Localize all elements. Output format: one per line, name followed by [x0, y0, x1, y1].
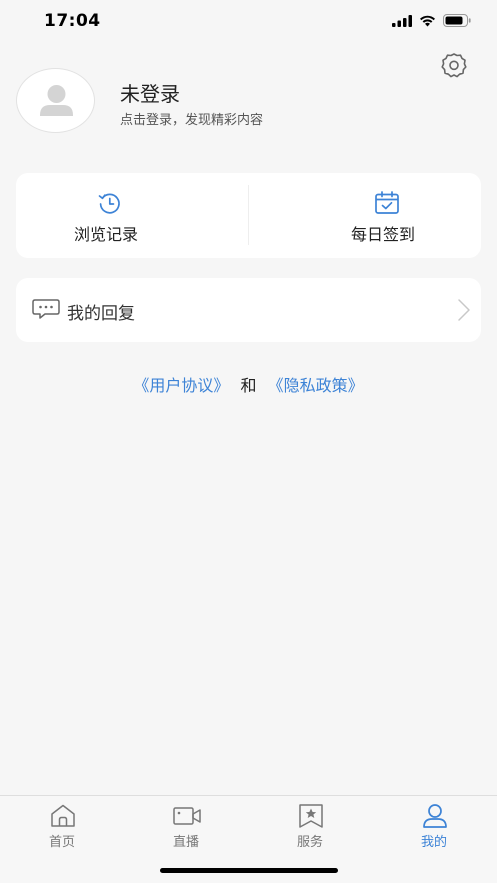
- video-camera-icon: [173, 807, 201, 825]
- my-replies-row[interactable]: 我的回复: [16, 278, 481, 342]
- status-bar: 17:04: [0, 0, 497, 44]
- tab-home[interactable]: 首页: [0, 800, 124, 852]
- quick-actions-card: 浏览记录 每日签到: [16, 173, 481, 258]
- home-icon: [51, 804, 75, 827]
- star-bookmark-icon: [299, 804, 323, 828]
- calendar-check-icon: [375, 191, 399, 214]
- chat-bubble-icon: [32, 299, 60, 319]
- history-icon: [98, 193, 120, 214]
- battery-icon: [443, 14, 471, 27]
- tab-services[interactable]: 服务: [248, 800, 372, 852]
- cellular-signal-icon: [392, 14, 412, 27]
- user-agreement-link[interactable]: 《用户协议》: [133, 376, 229, 395]
- agreement-links: 《用户协议》 和 《隐私政策》: [0, 372, 497, 396]
- chevron-right-icon: [458, 299, 470, 321]
- user-icon: [423, 804, 447, 828]
- status-icons: [392, 14, 471, 27]
- wifi-icon: [420, 15, 435, 26]
- daily-checkin-label: 每日签到: [351, 225, 416, 244]
- tab-mine-label: 我的: [420, 835, 447, 850]
- login-status-title[interactable]: 未登录: [120, 78, 180, 107]
- daily-checkin-button[interactable]: 每日签到: [249, 173, 481, 258]
- tab-home-label: 首页: [48, 835, 75, 850]
- agreement-conjunction: 和: [240, 376, 257, 395]
- tab-live-label: 直播: [172, 835, 199, 850]
- my-replies-label: 我的回复: [67, 304, 135, 324]
- avatar[interactable]: [16, 68, 95, 133]
- tab-live[interactable]: 直播: [124, 800, 248, 852]
- home-indicator: [160, 868, 338, 873]
- tab-mine[interactable]: 我的: [372, 800, 496, 852]
- default-user-avatar-icon: [40, 85, 73, 116]
- browse-history-button[interactable]: 浏览记录: [16, 173, 248, 258]
- tab-services-label: 服务: [296, 835, 323, 850]
- profile-header[interactable]: 未登录 点击登录，发现精彩内容: [16, 68, 456, 134]
- login-prompt-text: 点击登录，发现精彩内容: [120, 113, 264, 128]
- browse-history-label: 浏览记录: [74, 225, 139, 244]
- status-time: 17:04: [44, 11, 101, 31]
- privacy-policy-link[interactable]: 《隐私政策》: [268, 376, 364, 395]
